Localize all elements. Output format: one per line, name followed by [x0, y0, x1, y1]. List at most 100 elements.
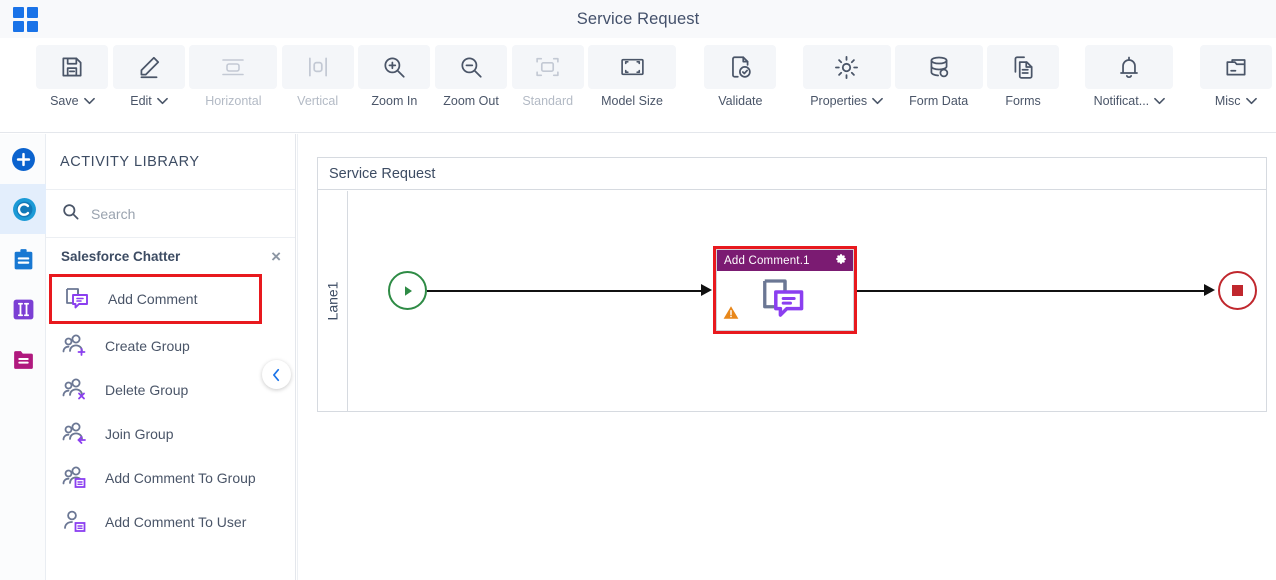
zoom-out-button[interactable]: Zoom Out: [435, 38, 508, 108]
chevron-down-icon[interactable]: [83, 94, 95, 108]
standard-size-button[interactable]: Standard: [511, 38, 584, 108]
database-icon: [894, 45, 983, 89]
create-group-icon: [61, 333, 91, 359]
close-icon[interactable]: ×: [271, 248, 281, 265]
folder-icon: [13, 350, 33, 369]
gear-icon[interactable]: [835, 253, 847, 268]
rail-item-add-new[interactable]: [0, 134, 46, 184]
lane: Lane1 Add Comment.1: [318, 191, 1266, 411]
notifications-label: Notificat...: [1093, 94, 1150, 108]
chatter-cloud-icon: [13, 197, 36, 221]
diagram-canvas[interactable]: Service Request Lane1 Add Comment.1: [297, 134, 1276, 580]
page-title: Service Request: [576, 10, 700, 28]
list-item-add-comment-to-group[interactable]: Add Comment To Group: [46, 456, 295, 500]
edit-button[interactable]: Edit: [113, 38, 186, 108]
add-comment-icon: [64, 286, 94, 312]
play-triangle-icon: [404, 285, 412, 296]
chevron-down-icon[interactable]: [1245, 94, 1257, 108]
notifications-button[interactable]: Notificat...: [1085, 38, 1174, 108]
forms-label: Forms: [1005, 94, 1041, 108]
folder-misc-icon: [1199, 45, 1272, 89]
warning-triangle-icon[interactable]: [723, 305, 739, 325]
search-icon: [61, 202, 80, 226]
chevron-down-icon[interactable]: [872, 94, 884, 108]
rail-item-clipboard[interactable]: [0, 234, 46, 284]
forms-copy-icon: [987, 45, 1060, 89]
sequence-flow-start-to-task[interactable]: [427, 290, 703, 292]
search-input[interactable]: [91, 205, 261, 222]
rail-item-columns[interactable]: [0, 284, 46, 334]
zoom-in-label: Zoom In: [371, 94, 418, 108]
model-size-button[interactable]: Model Size: [588, 38, 677, 108]
stop-square-icon: [1232, 285, 1243, 296]
add-comment-icon: [759, 275, 811, 326]
vertical-layout-button[interactable]: Vertical: [281, 38, 354, 108]
chevron-left-icon: [273, 368, 280, 381]
add-comment-to-user-icon: [61, 509, 91, 535]
list-item-join-group[interactable]: Join Group: [46, 412, 295, 456]
vertical-layout-icon: [281, 45, 354, 89]
validate-label: Validate: [718, 94, 763, 108]
form-data-button[interactable]: Form Data: [894, 38, 983, 108]
clipboard-icon: [14, 248, 32, 269]
horizontal-layout-icon: [189, 45, 278, 89]
list-item-label: Add Comment: [108, 290, 198, 307]
delete-group-icon: [61, 377, 91, 403]
zoom-in-icon: [358, 45, 431, 89]
left-icon-rail: [0, 134, 46, 580]
add-comment-to-group-icon: [61, 465, 91, 491]
sequence-flow-task-to-end[interactable]: [857, 290, 1205, 292]
list-item-add-comment[interactable]: Add Comment: [49, 274, 262, 324]
model-size-icon: [588, 45, 677, 89]
list-item-create-group[interactable]: Create Group: [46, 324, 295, 368]
validate-check-icon: [704, 45, 777, 89]
end-event[interactable]: [1218, 271, 1257, 310]
rail-item-folder[interactable]: [0, 334, 46, 384]
activity-library-panel: ACTIVITY LIBRARY Salesforce Chatter × Ad…: [46, 134, 296, 580]
rail-item-chatter[interactable]: [0, 184, 46, 234]
list-item-label: Add Comment To User: [105, 513, 247, 530]
panel-heading: ACTIVITY LIBRARY: [46, 134, 295, 190]
list-item-add-comment-to-user[interactable]: Add Comment To User: [46, 500, 295, 544]
toolbar: Save Edit Horizontal Vertical Zoom In Zo…: [0, 38, 1276, 133]
lane-label-text: Lane1: [324, 281, 341, 321]
app-root: Service Request Save Edit Horizontal Ver…: [0, 0, 1276, 580]
task-header: Add Comment.1: [717, 250, 853, 271]
chevron-down-icon[interactable]: [156, 94, 168, 108]
activity-list: Add Comment Create Group Delete Group Jo…: [46, 274, 295, 544]
edit-pencil-icon: [113, 45, 185, 89]
arrow-head-icon: [701, 284, 712, 296]
list-item-label: Join Group: [105, 425, 174, 442]
horizontal-layout-button[interactable]: Horizontal: [189, 38, 278, 108]
add-new-icon: [11, 147, 35, 171]
join-group-icon: [61, 421, 91, 447]
zoom-in-button[interactable]: Zoom In: [358, 38, 431, 108]
validate-button[interactable]: Validate: [704, 38, 777, 108]
properties-button[interactable]: Properties: [802, 38, 891, 108]
lane-body[interactable]: Add Comment.1: [348, 191, 1266, 411]
gear-icon: [802, 45, 891, 89]
zoom-out-label: Zoom Out: [443, 94, 499, 108]
list-item-delete-group[interactable]: Delete Group: [46, 368, 295, 412]
save-button[interactable]: Save: [36, 38, 109, 108]
model-size-label: Model Size: [601, 94, 663, 108]
task-body: [717, 271, 853, 330]
chevron-down-icon[interactable]: [1154, 94, 1166, 108]
forms-button[interactable]: Forms: [987, 38, 1060, 108]
process-pool[interactable]: Service Request Lane1 Add Comment.1: [317, 157, 1267, 412]
title-bar: Service Request: [0, 0, 1276, 38]
list-item-label: Add Comment To Group: [105, 469, 256, 486]
group-header-salesforce-chatter: Salesforce Chatter ×: [46, 238, 295, 274]
misc-button[interactable]: Misc: [1199, 38, 1272, 108]
zoom-out-icon: [435, 45, 508, 89]
search-row[interactable]: [46, 190, 295, 238]
form-data-label: Form Data: [909, 94, 969, 108]
arrow-head-icon: [1204, 284, 1215, 296]
group-title: Salesforce Chatter: [61, 248, 181, 264]
task-add-comment[interactable]: Add Comment.1: [713, 246, 857, 334]
start-event[interactable]: [388, 271, 427, 310]
panel-collapse-button[interactable]: [262, 360, 291, 389]
list-item-label: Create Group: [105, 337, 190, 354]
columns-icon: [13, 299, 33, 319]
standard-label: Standard: [522, 94, 574, 108]
